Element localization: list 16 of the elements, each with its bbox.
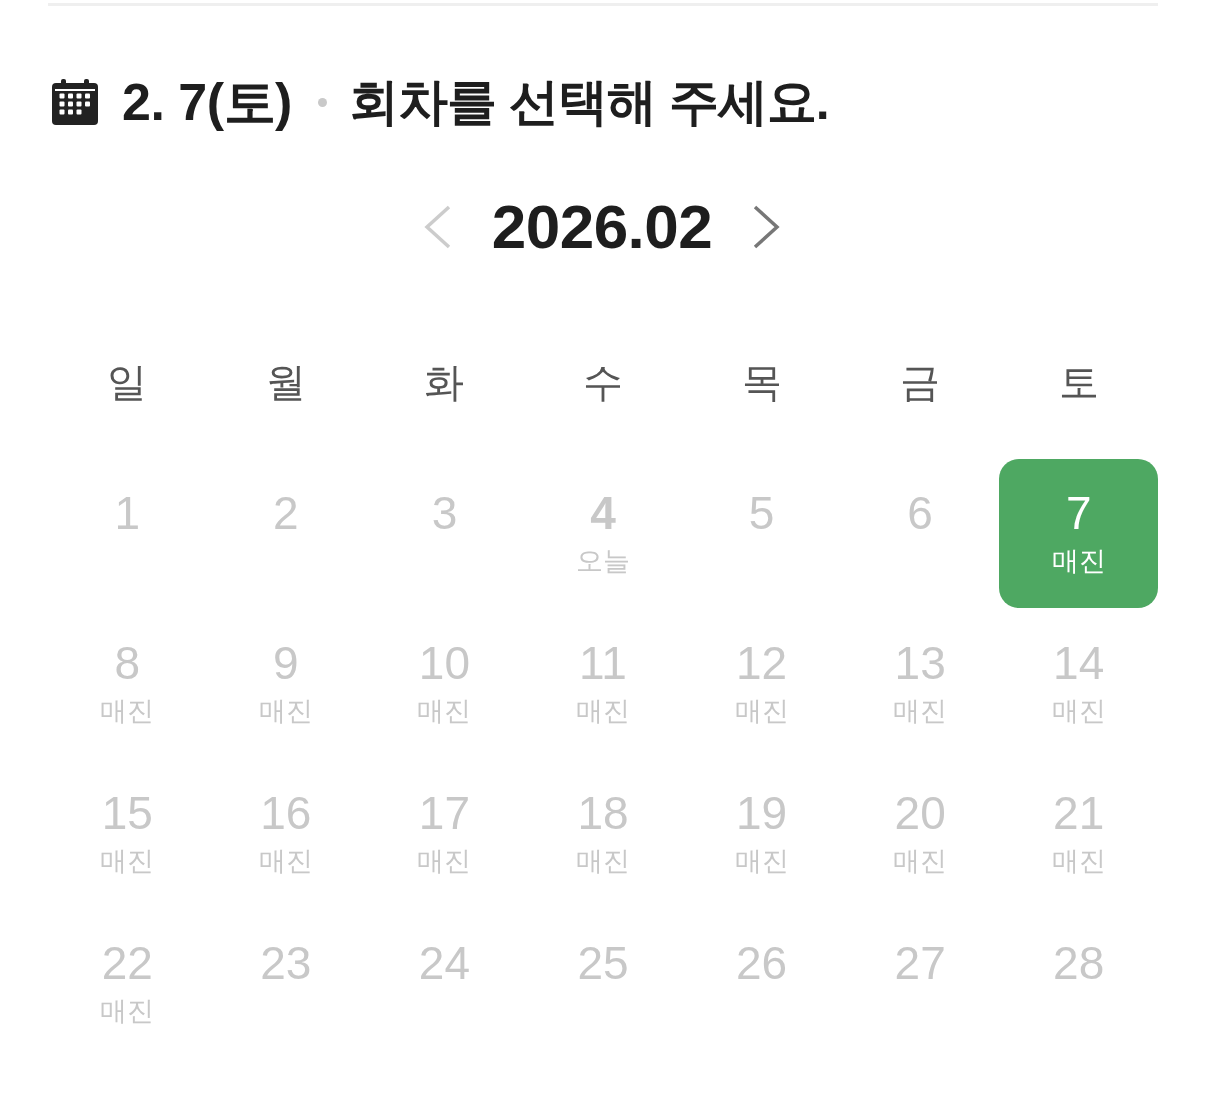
- weekday-label: 일: [107, 359, 148, 406]
- instruction-title: 회차를 선택해 주세요.: [348, 73, 829, 132]
- month-label: 2026.02: [491, 192, 713, 262]
- weekday-label: 금: [900, 359, 941, 406]
- next-month-button[interactable]: [752, 205, 781, 249]
- chevron-right-icon: [752, 205, 781, 249]
- calendar-icon: [52, 79, 98, 125]
- calendar-day[interactable]: 7 매진: [999, 459, 1158, 608]
- weekday-label: 수: [583, 359, 623, 406]
- chevron-left-icon: [423, 205, 452, 249]
- weekday-label: 토: [1058, 359, 1099, 406]
- selected-date: 2. 7(토): [122, 72, 292, 132]
- weekday-label: 화: [424, 359, 465, 406]
- weekday-label: 월: [265, 359, 306, 406]
- weekday-label: 목: [741, 359, 782, 406]
- separator-dot-icon: [317, 97, 327, 107]
